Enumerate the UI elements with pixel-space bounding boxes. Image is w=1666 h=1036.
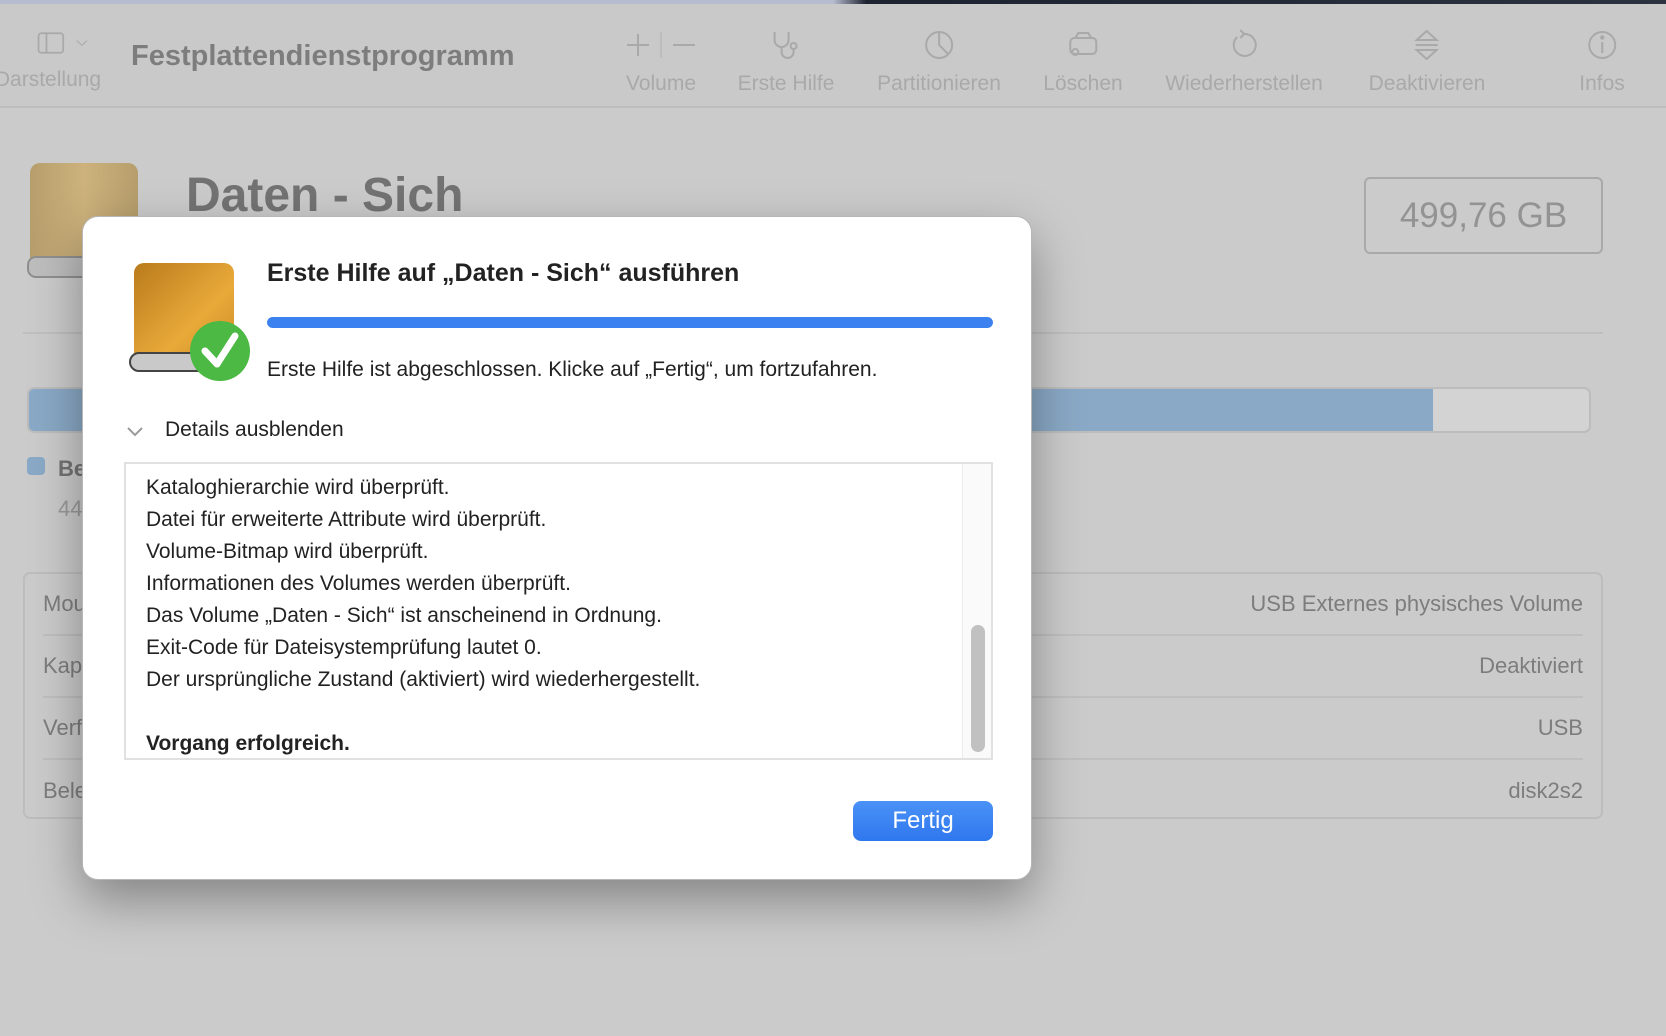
capacity-badge: 499,76 GB <box>1364 177 1603 254</box>
info-label: Verf <box>43 715 83 740</box>
pie-chart-icon <box>924 31 953 59</box>
toolbar-partition-label: Partitionieren <box>877 72 1001 95</box>
toolbar-restore-button[interactable]: Wiederherstellen <box>1165 28 1323 96</box>
chevron-down-icon[interactable] <box>125 421 145 441</box>
toolbar-erase-button[interactable]: Löschen <box>1043 28 1123 96</box>
log-line: Datei für erweiterte Attribute wird über… <box>146 508 547 531</box>
info-label: Kap <box>43 653 83 678</box>
eject-icon <box>1414 29 1440 61</box>
toolbar-info-button[interactable]: Infos <box>1579 28 1625 96</box>
log-line: Informationen des Volumes werden überprü… <box>146 572 571 595</box>
toolbar-first-aid-button[interactable]: Erste Hilfe <box>737 28 835 96</box>
info-label: Bele <box>43 778 88 803</box>
sidebar-icon <box>37 32 65 54</box>
toolbar-volume-label: Volume <box>625 72 697 95</box>
toolbar-first-aid-label: Erste Hilfe <box>737 72 835 95</box>
dialog-title: Erste Hilfe auf „Daten - Sich“ ausführen <box>267 259 740 287</box>
info-label: Mou <box>43 591 86 616</box>
toolbar-restore-label: Wiederherstellen <box>1165 72 1323 95</box>
progress-bar-fill <box>267 317 993 328</box>
stethoscope-icon <box>773 32 798 59</box>
log-line: Volume-Bitmap wird überprüft. <box>146 540 429 563</box>
log-line: Der ursprüngliche Zustand (aktiviert) wi… <box>146 668 701 691</box>
drive-success-icon <box>129 263 250 381</box>
restore-icon <box>1232 29 1257 57</box>
scrollbar-thumb[interactable] <box>971 625 985 752</box>
first-aid-dialog: Erste Hilfe auf „Daten - Sich“ ausführen… <box>82 216 1032 880</box>
legend-swatch <box>27 457 45 475</box>
chevron-down-icon <box>76 40 88 46</box>
log-content: Kataloghierarchie wird überprüft. Datei … <box>146 472 955 758</box>
info-value: disk2s2 <box>1508 778 1583 803</box>
toolbar: Darstellung Festplattendienstprogramm Vo… <box>0 4 1666 108</box>
toolbar-partition-button[interactable]: Partitionieren <box>877 28 1001 96</box>
toolbar-volume-button[interactable]: Volume <box>621 28 701 96</box>
log-result-line: Vorgang erfolgreich. <box>146 732 350 755</box>
log-line: Exit-Code für Dateisystemprüfung lautet … <box>146 636 542 659</box>
details-log[interactable]: Kataloghierarchie wird überprüft. Datei … <box>124 462 993 760</box>
info-icon <box>1588 31 1616 59</box>
scrollbar[interactable] <box>962 464 991 758</box>
toolbar-info-label: Infos <box>1579 72 1625 95</box>
info-value: Deaktiviert <box>1479 653 1583 678</box>
toolbar-view-label: Darstellung <box>0 68 102 91</box>
app-title: Festplattendienstprogramm <box>131 40 515 72</box>
toolbar-unmount-label: Deaktivieren <box>1368 72 1486 95</box>
toolbar-view-button[interactable]: Darstellung <box>0 28 101 92</box>
log-line: Das Volume „Daten - Sich“ ist anscheinen… <box>146 604 662 627</box>
details-toggle[interactable]: Details ausblenden <box>165 418 344 442</box>
toolbar-unmount-button[interactable]: Deaktivieren <box>1368 28 1486 96</box>
log-line: Kataloghierarchie wird überprüft. <box>146 476 450 499</box>
progress-bar <box>267 317 993 328</box>
info-value: USB <box>1537 715 1583 740</box>
plus-minus-icon <box>627 32 695 58</box>
legend-value: 44 <box>58 496 83 521</box>
volume-title: Daten - Sich <box>186 169 464 222</box>
erase-drive-icon <box>1069 32 1097 56</box>
done-button[interactable]: Fertig <box>853 801 993 841</box>
info-value: USB Externes physisches Volume <box>1250 591 1583 616</box>
status-message: Erste Hilfe ist abgeschlossen. Klicke au… <box>267 358 878 381</box>
toolbar-erase-label: Löschen <box>1043 72 1123 95</box>
